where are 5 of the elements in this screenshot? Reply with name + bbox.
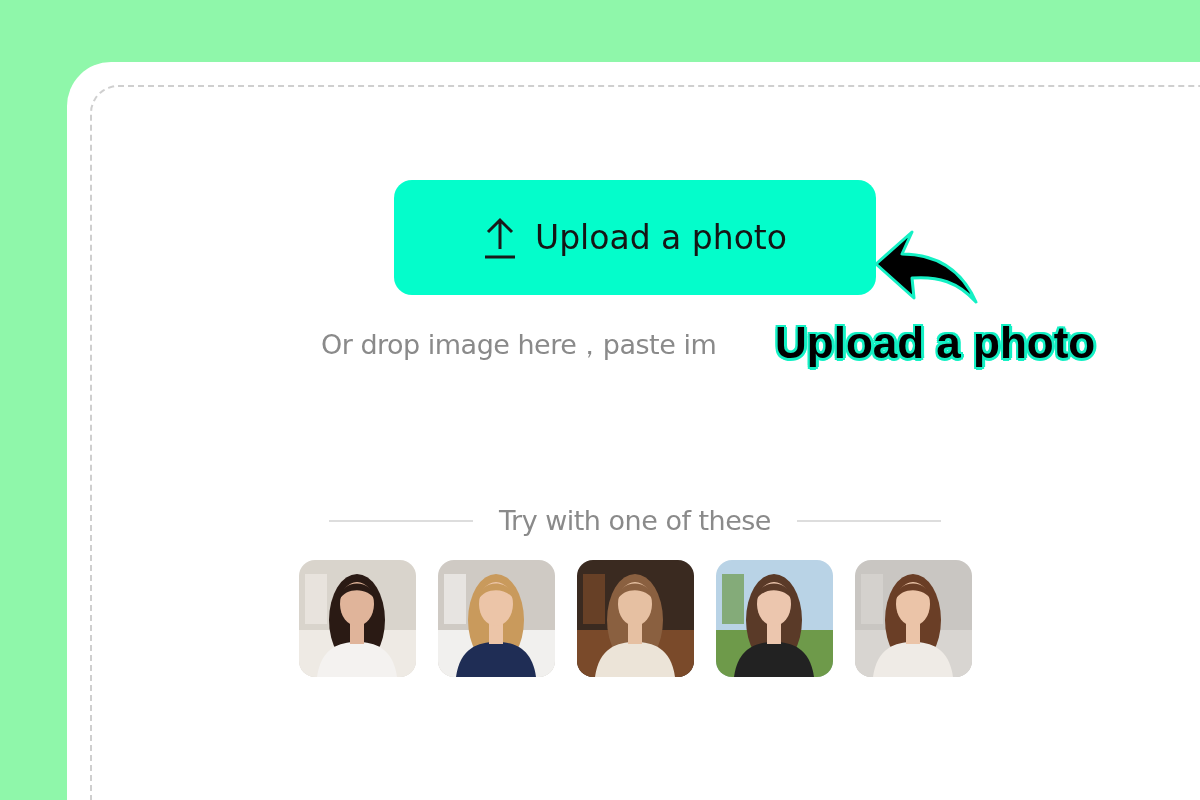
upload-button[interactable]: Upload a photo (394, 180, 876, 295)
callout-label: Upload a photo (775, 318, 1096, 368)
drop-hint: Or drop image here，paste im (321, 328, 717, 362)
samples-heading: Try with one of these (499, 505, 771, 536)
upload-icon (483, 216, 517, 259)
